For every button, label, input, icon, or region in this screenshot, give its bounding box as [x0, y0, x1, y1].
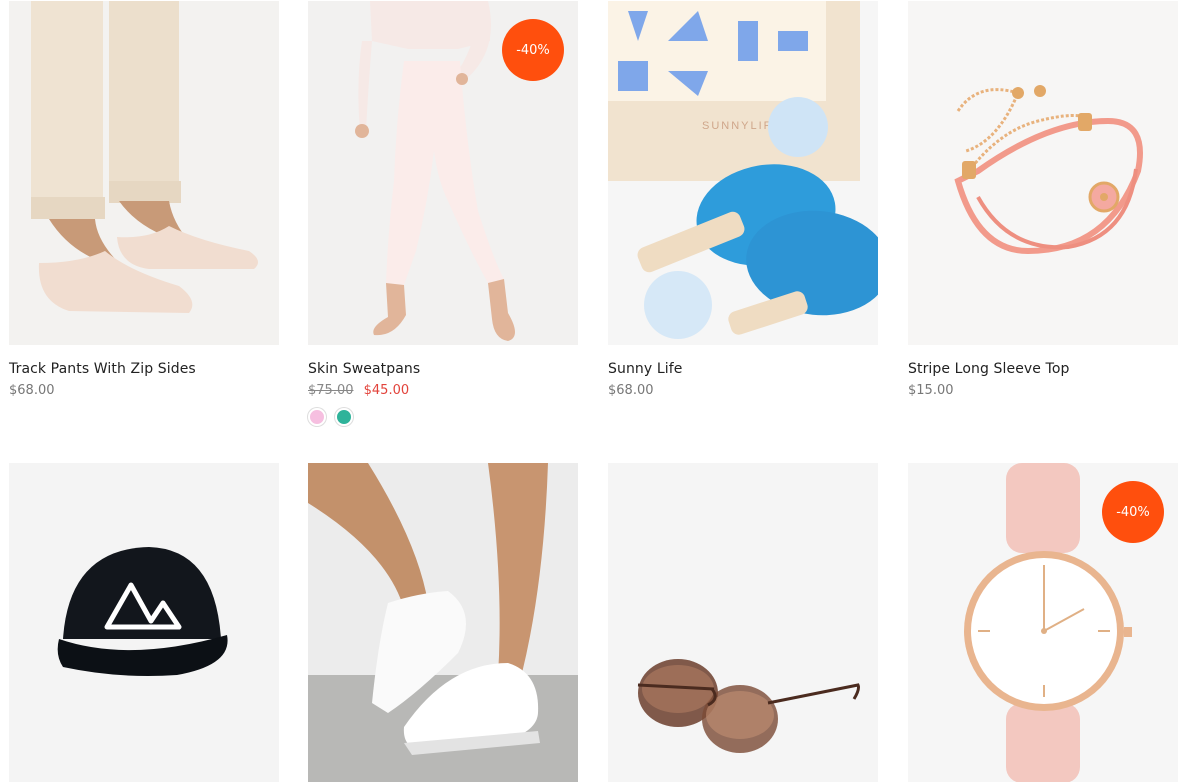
product-card[interactable]: [608, 463, 878, 782]
product-image[interactable]: -40%: [908, 463, 1178, 782]
current-price: $15.00: [908, 383, 954, 398]
product-price: $68.00: [9, 383, 279, 398]
sale-price: $45.00: [363, 383, 410, 398]
product-price: $75.00 $45.00: [308, 383, 578, 398]
product-card[interactable]: Track Pants With Zip Sides $68.00: [9, 1, 279, 398]
product-name[interactable]: Track Pants With Zip Sides: [9, 361, 279, 377]
color-swatch-pink[interactable]: [308, 408, 326, 426]
product-image[interactable]: [908, 1, 1178, 345]
discount-badge: -40%: [502, 19, 564, 81]
product-card[interactable]: -40% Skin Sweatpans $75.00 $45.00: [308, 1, 578, 426]
product-card[interactable]: SUNNYLIFE Sunny Life $68.00: [608, 1, 878, 398]
current-price: $68.00: [9, 383, 55, 398]
product-name[interactable]: Stripe Long Sleeve Top: [908, 361, 1178, 377]
color-swatches: [308, 408, 578, 426]
product-card[interactable]: [9, 463, 279, 782]
product-card[interactable]: Stripe Long Sleeve Top $15.00: [908, 1, 1178, 398]
product-image[interactable]: [608, 463, 878, 782]
product-image[interactable]: SUNNYLIFE: [608, 1, 878, 345]
product-card[interactable]: -40%: [908, 463, 1178, 782]
discount-badge: -40%: [1102, 481, 1164, 543]
product-price: $15.00: [908, 383, 1178, 398]
product-grid: Track Pants With Zip Sides $68.00 -40% S…: [0, 0, 1185, 782]
product-name[interactable]: Skin Sweatpans: [308, 361, 578, 377]
product-name[interactable]: Sunny Life: [608, 361, 878, 377]
product-image[interactable]: -40%: [308, 1, 578, 345]
current-price: $68.00: [608, 383, 654, 398]
product-image[interactable]: [308, 463, 578, 782]
color-swatch-teal[interactable]: [335, 408, 353, 426]
product-image[interactable]: [9, 1, 279, 345]
old-price: $75.00: [308, 383, 354, 398]
product-price: $68.00: [608, 383, 878, 398]
product-image[interactable]: [9, 463, 279, 782]
product-card[interactable]: [308, 463, 578, 782]
